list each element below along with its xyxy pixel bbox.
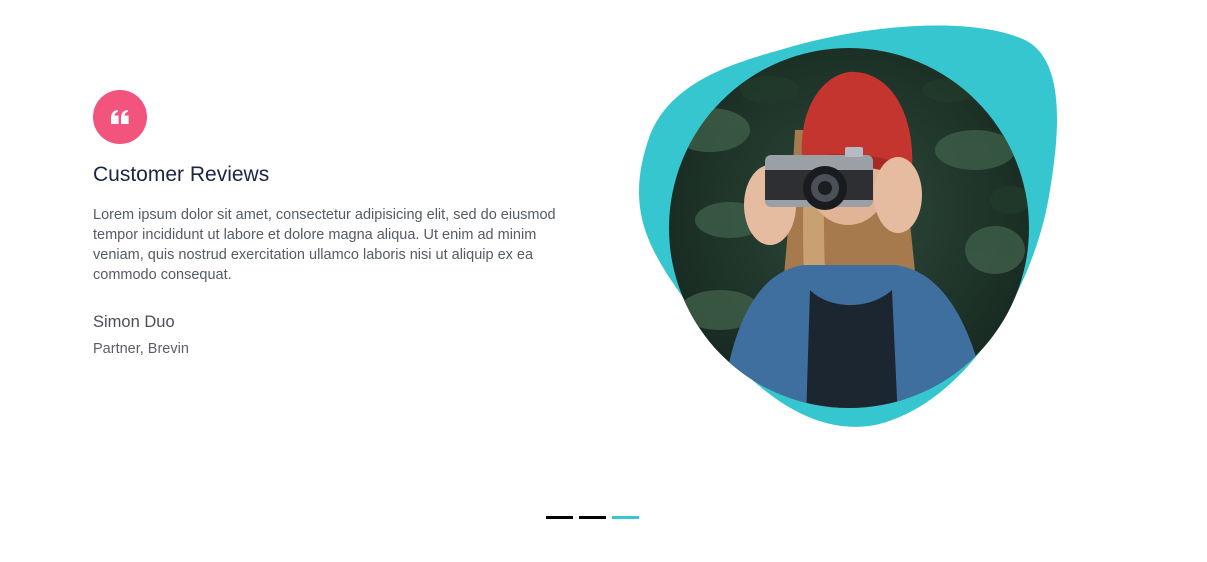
reviewer-photo: [630, 20, 1070, 440]
pager-dot-1[interactable]: [546, 516, 573, 519]
review-text: Lorem ipsum dolor sit amet, consectetur …: [93, 207, 556, 283]
testimonial-section: Customer Reviews Lorem ipsum dolor sit a…: [0, 0, 1207, 562]
slider-pager: [546, 516, 639, 519]
author-name: Simon Duo: [93, 313, 175, 331]
quote-left-icon: [111, 110, 129, 124]
pager-dot-2[interactable]: [579, 516, 606, 519]
quote-badge: [93, 90, 147, 144]
author-role: Partner, Brevin: [93, 341, 189, 357]
pager-dot-3-active[interactable]: [612, 516, 639, 519]
section-heading: Customer Reviews: [93, 163, 270, 186]
